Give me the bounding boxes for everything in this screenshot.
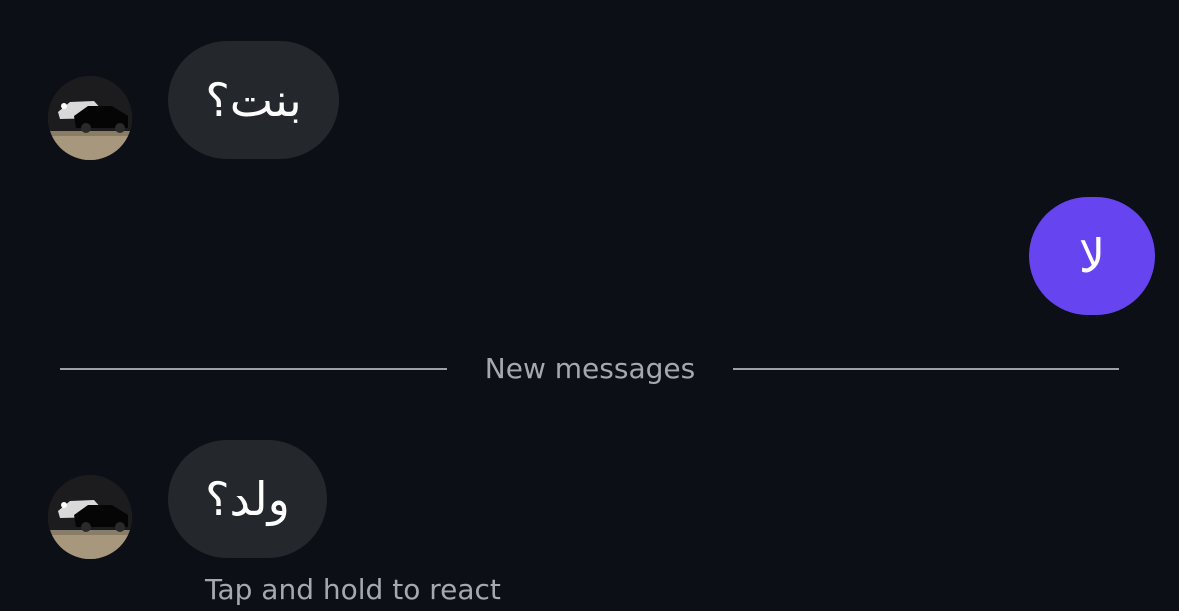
message-text: ولد؟ [205,472,290,526]
message-text: بنت؟ [205,73,302,127]
incoming-message-bubble[interactable]: بنت؟ [168,41,339,159]
message-text: لا [1078,229,1106,283]
car-photo-icon [48,475,132,559]
divider-line-right [733,368,1119,370]
contact-avatar[interactable] [48,475,132,559]
chat-thread: بنت؟ لا New messages ولد؟ Tap and hold t… [0,0,1179,611]
outgoing-message-bubble[interactable]: لا [1029,197,1155,315]
divider-line-left [60,368,447,370]
new-messages-label: New messages [484,352,696,385]
react-hint: Tap and hold to react [205,573,501,606]
contact-avatar[interactable] [48,76,132,160]
incoming-message-bubble[interactable]: ولد؟ [168,440,327,558]
car-photo-icon [48,76,132,160]
